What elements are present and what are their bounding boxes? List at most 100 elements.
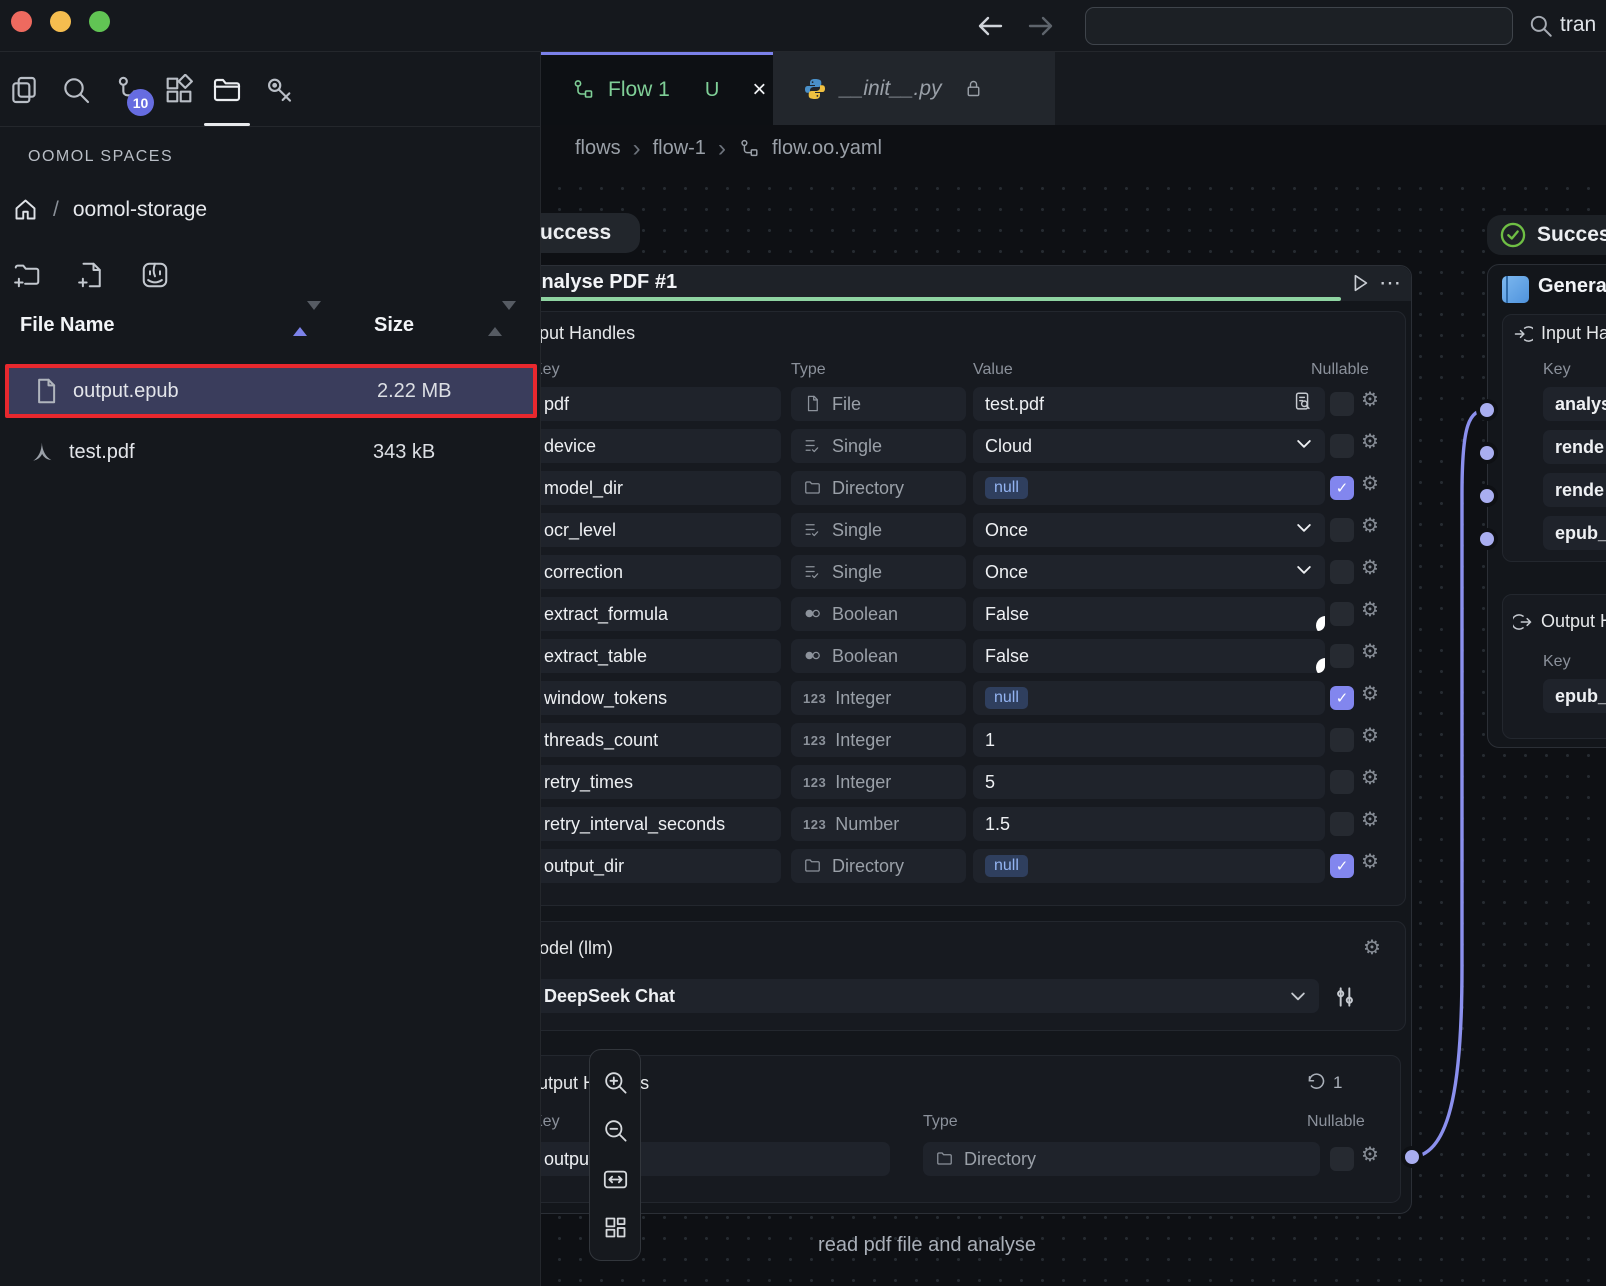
tab-flow-1[interactable]: Flow 1U× [541,52,773,125]
input-port[interactable] [1476,528,1498,550]
value-field[interactable]: Cloud [973,429,1325,463]
column-header-file-name[interactable]: File Name [20,314,114,337]
finder-button[interactable] [140,260,170,290]
nullable-checkbox[interactable]: ✓ [1330,854,1354,878]
type-cell[interactable]: Boolean [791,639,966,673]
type-cell[interactable]: File [791,387,966,421]
back-button[interactable] [973,10,1007,42]
breadcrumb-item[interactable]: flows [575,137,621,160]
type-cell[interactable]: Single [791,513,966,547]
breadcrumb-item[interactable]: flow-1 [653,137,706,160]
sort-size-control[interactable] [488,310,504,340]
nullable-checkbox[interactable] [1330,728,1354,752]
chevron-down[interactable] [1294,434,1314,459]
input-port[interactable] [1476,399,1498,421]
key-input[interactable]: extract_formula [541,597,781,631]
column-header-size[interactable]: Size [374,314,414,337]
maximize-window-button[interactable] [89,11,110,32]
activity-item-extensions[interactable] [159,70,199,110]
key-input[interactable]: retry_interval_seconds [541,807,781,841]
key-input[interactable]: rende [1543,430,1606,464]
run-node-button[interactable] [1349,272,1371,294]
value-field[interactable]: null [973,849,1325,883]
value-field[interactable]: test.pdf [973,387,1325,421]
activity-item-search[interactable] [56,70,96,110]
fit-width-button[interactable] [600,1164,630,1194]
key-input[interactable]: extract_table [541,639,781,673]
row-settings-gear-icon[interactable]: ⚙ [1361,767,1379,789]
key-input[interactable]: ocr_level [541,513,781,547]
file-row-output.epub[interactable]: output.epub2.22 MB [5,364,537,418]
handle-history-button[interactable]: 1 [1306,1072,1342,1093]
nullable-checkbox[interactable] [1330,602,1354,626]
nullable-checkbox[interactable] [1330,644,1354,668]
model-tune-sliders-icon[interactable] [1332,984,1358,1010]
type-cell[interactable]: Directory [791,471,966,505]
sort-file-name-control[interactable] [293,310,309,340]
breadcrumb-item[interactable]: flow.oo.yaml [772,137,882,160]
zoom-in-button[interactable] [600,1067,630,1097]
input-port[interactable] [1476,442,1498,464]
key-input[interactable]: analys [1543,387,1606,421]
row-settings-gear-icon[interactable]: ⚙ [1361,809,1379,831]
key-input[interactable]: rende [1543,473,1606,507]
tab-close-button[interactable]: × [752,76,766,104]
nullable-checkbox[interactable]: ✓ [1330,476,1354,500]
row-settings-gear-icon[interactable]: ⚙ [1361,515,1379,537]
type-cell[interactable]: Boolean [791,597,966,631]
storage-path[interactable]: oomol-storage [73,198,207,222]
new-file-button[interactable] [76,260,106,290]
type-cell[interactable]: 123Integer [791,723,966,757]
key-input[interactable]: epub_ [1543,679,1606,713]
key-input[interactable]: model_dir [541,471,781,505]
type-cell[interactable]: 123Integer [791,765,966,799]
key-input[interactable]: retry_times [541,765,781,799]
row-settings-gear-icon[interactable]: ⚙ [1361,851,1379,873]
row-settings-gear-icon[interactable]: ⚙ [1361,431,1379,453]
key-input[interactable]: output_dir [541,849,781,883]
value-field[interactable]: 1.5 [973,807,1325,841]
command-center-searchbox[interactable] [1085,7,1513,45]
nullable-checkbox[interactable] [1330,812,1354,836]
key-input[interactable]: correction [541,555,781,589]
type-cell[interactable]: Directory [791,849,966,883]
nullable-checkbox[interactable]: ✓ [1330,686,1354,710]
key-input[interactable]: threads_count [541,723,781,757]
input-port[interactable] [1476,485,1498,507]
value-field[interactable]: null [973,681,1325,715]
flow-canvas[interactable]: Success Analyse PDF #1 ⋯ Input Handles K… [541,172,1606,1286]
value-field[interactable]: 1 [973,723,1325,757]
activity-item-key[interactable] [260,70,300,110]
type-cell[interactable]: 123Number [791,807,966,841]
value-field[interactable]: Once [973,555,1325,589]
row-settings-gear-icon[interactable]: ⚙ [1361,683,1379,705]
zoom-out-button[interactable] [600,1116,630,1146]
nullable-checkbox[interactable] [1330,392,1354,416]
row-settings-gear-icon[interactable]: ⚙ [1361,557,1379,579]
file-picker-button[interactable] [1292,391,1314,418]
layout-button[interactable] [600,1213,630,1243]
value-field[interactable]: False [973,639,1325,673]
row-settings-gear-icon[interactable]: ⚙ [1361,725,1379,747]
close-window-button[interactable] [11,11,32,32]
output-port[interactable] [1401,1146,1423,1168]
minimize-window-button[interactable] [50,11,71,32]
peer-flow-node[interactable]: Genera Input Handles Key analysrenderend… [1487,264,1606,748]
nullable-checkbox[interactable] [1330,518,1354,542]
key-input[interactable]: epub_ [1543,516,1606,550]
nullable-checkbox[interactable] [1330,434,1354,458]
row-settings-gear-icon[interactable]: ⚙ [1361,473,1379,495]
activity-item-copy[interactable] [4,70,44,110]
model-dropdown[interactable]: DeepSeek Chat [541,979,1319,1013]
forward-button[interactable] [1024,10,1058,42]
type-cell[interactable]: Directory [923,1142,1320,1176]
type-cell[interactable]: Single [791,429,966,463]
key-input[interactable]: window_tokens [541,681,781,715]
value-field[interactable]: Once [973,513,1325,547]
file-search-icon[interactable] [1292,391,1314,413]
chevron-down[interactable] [1294,518,1314,543]
activity-item-folder[interactable] [207,70,247,110]
value-field[interactable]: null [973,471,1325,505]
row-settings-gear-icon[interactable]: ⚙ [1361,1144,1379,1166]
key-input[interactable]: pdf [541,387,781,421]
